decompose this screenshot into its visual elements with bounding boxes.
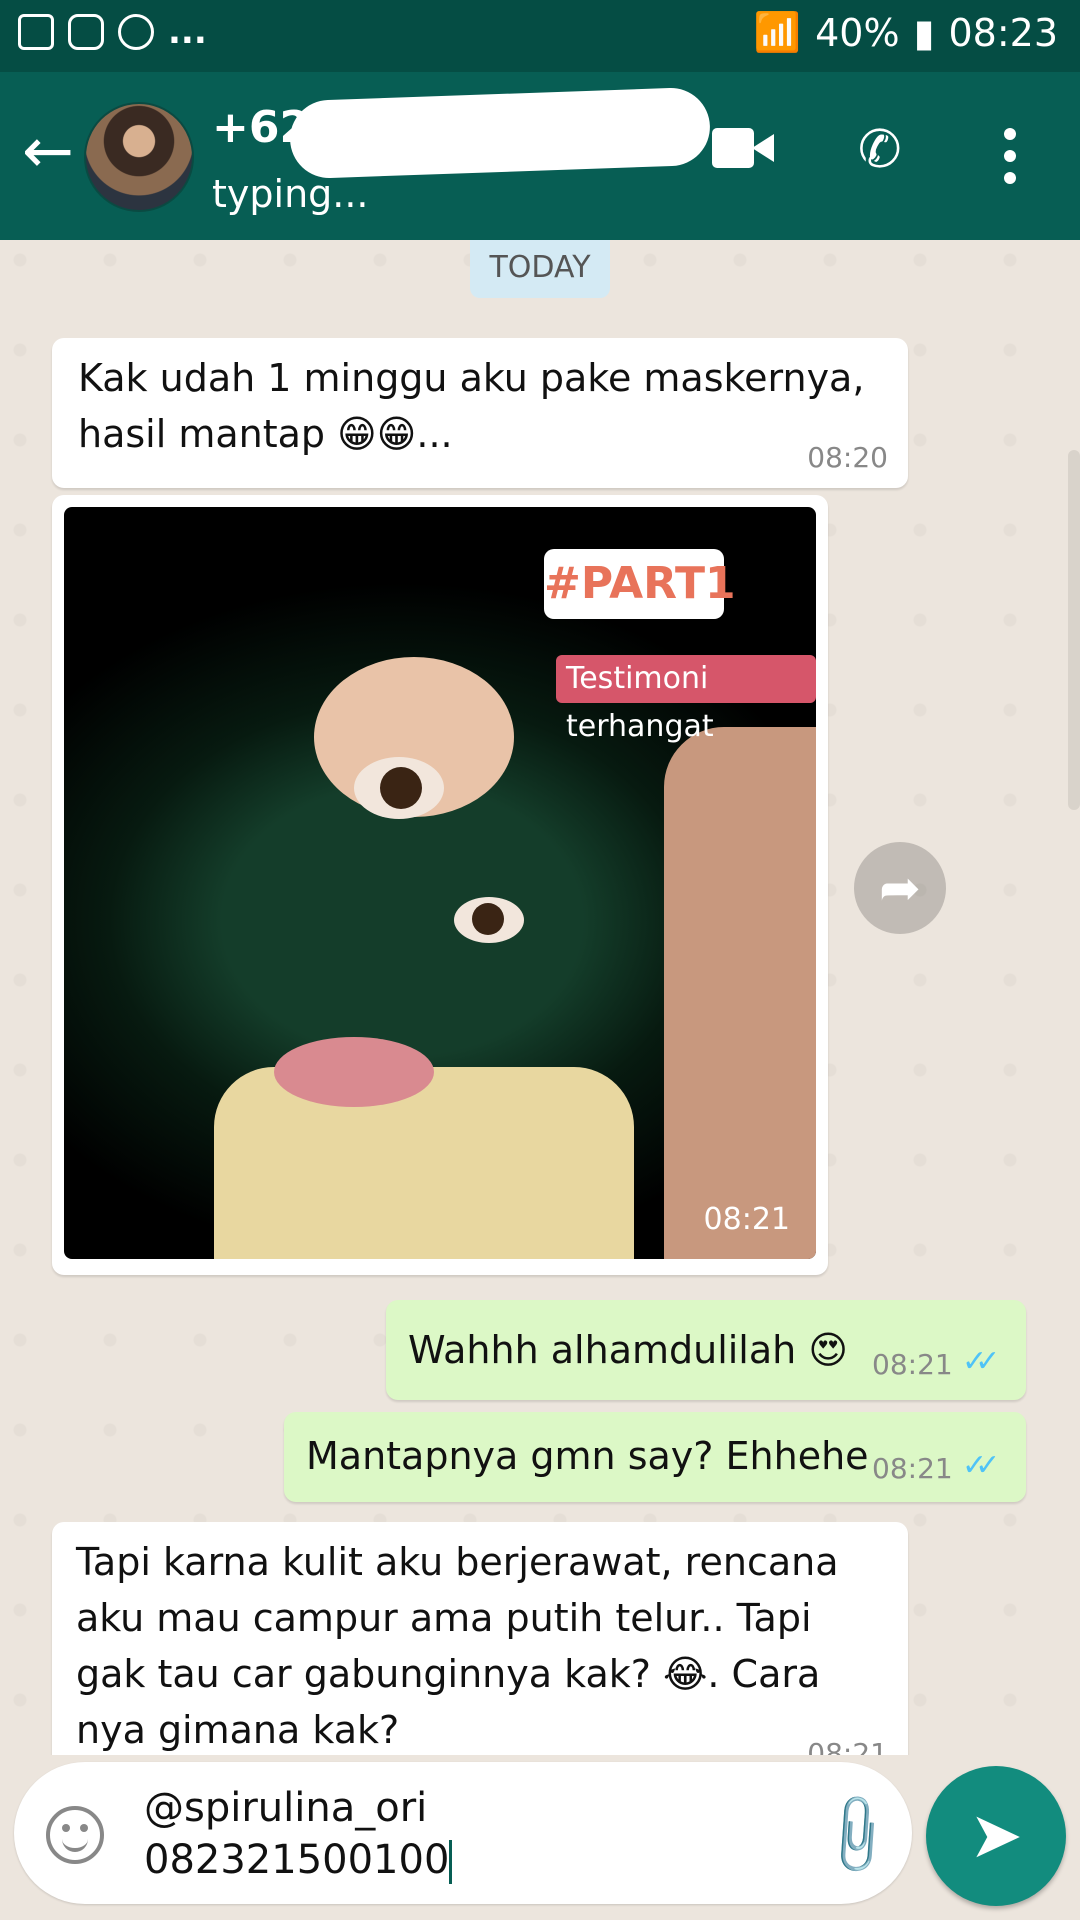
message-text: Mantapnya gmn say? Ehhehe (306, 1434, 869, 1478)
message-text: Kak udah 1 minggu aku pake maskernya, ha… (78, 356, 865, 456)
photo-lips (274, 1037, 434, 1107)
photo-tag: #PART1 (544, 549, 736, 619)
gallery-icon (18, 14, 54, 50)
video-call-icon[interactable] (712, 128, 774, 168)
battery-level: 40% (815, 10, 900, 55)
message-time: 08:21 (807, 1737, 888, 1755)
redaction-mark (288, 86, 712, 180)
photo-content (64, 507, 816, 1259)
back-arrow-icon[interactable]: ← (22, 120, 74, 182)
photo-shirt (214, 1067, 634, 1259)
image-message[interactable]: #PART1 Testimoni terhangat 08:21 (52, 495, 828, 1275)
photo-hand (664, 727, 816, 1259)
chat-header: ← +62 typing... ✆ (0, 72, 1080, 240)
photo-eye (354, 757, 444, 819)
notifications-more: ... (168, 12, 207, 52)
message-text: Tapi karna kulit aku berjerawat, rencana… (76, 1540, 839, 1752)
photo-caption: Testimoni terhangat (556, 655, 816, 744)
message-bubble[interactable]: Kak udah 1 minggu aku pake maskernya, ha… (52, 338, 908, 488)
message-bubble[interactable]: Wahhh alhamdulilah 😍 08:21 ✓✓ (386, 1300, 1026, 1400)
photo-eye (454, 897, 524, 943)
avatar[interactable] (84, 102, 194, 212)
more-vert-icon[interactable] (1004, 128, 1016, 194)
instagram-icon (68, 14, 104, 50)
message-input[interactable]: @spirulina_ori 082321500100 (144, 1782, 453, 1886)
message-time: 08:20 (807, 441, 888, 474)
message-input-text: @spirulina_ori 082321500100 (144, 1785, 450, 1883)
status-bar: ... 📶 40% ▮ 08:23 (0, 0, 1080, 72)
message-time: 08:21 (872, 1452, 953, 1485)
send-icon[interactable]: ➤ (926, 1766, 1066, 1906)
battery-icon: ▮ (913, 10, 935, 55)
text-cursor (449, 1840, 453, 1884)
message-list[interactable]: TODAY Kak udah 1 minggu aku pake maskern… (0, 240, 1080, 1755)
message-time: 08:21 (703, 1202, 790, 1237)
read-ticks-icon: ✓✓ (962, 1448, 1000, 1483)
clock: 08:23 (948, 10, 1058, 55)
message-time: 08:21 (872, 1348, 953, 1381)
message-composer[interactable]: @spirulina_ori 082321500100 📎 (14, 1762, 912, 1904)
contact-status: typing... (212, 172, 369, 216)
attach-icon[interactable]: 📎 (809, 1787, 905, 1883)
wifi-icon: 📶 (753, 10, 802, 54)
emoji-icon[interactable] (46, 1806, 104, 1864)
photo[interactable]: #PART1 Testimoni terhangat 08:21 (64, 507, 816, 1259)
message-bubble[interactable]: Mantapnya gmn say? Ehhehe 08:21 ✓✓ (284, 1412, 1026, 1502)
at-icon (118, 14, 154, 50)
read-ticks-icon: ✓✓ (962, 1344, 1000, 1379)
phone-icon[interactable]: ✆ (858, 120, 902, 180)
message-bubble[interactable]: Tapi karna kulit aku berjerawat, rencana… (52, 1522, 908, 1755)
forward-icon[interactable]: ➦ (854, 842, 946, 934)
message-text: Wahhh alhamdulilah 😍 (408, 1328, 848, 1372)
date-divider: TODAY (470, 240, 610, 298)
scrollbar[interactable] (1068, 450, 1080, 810)
